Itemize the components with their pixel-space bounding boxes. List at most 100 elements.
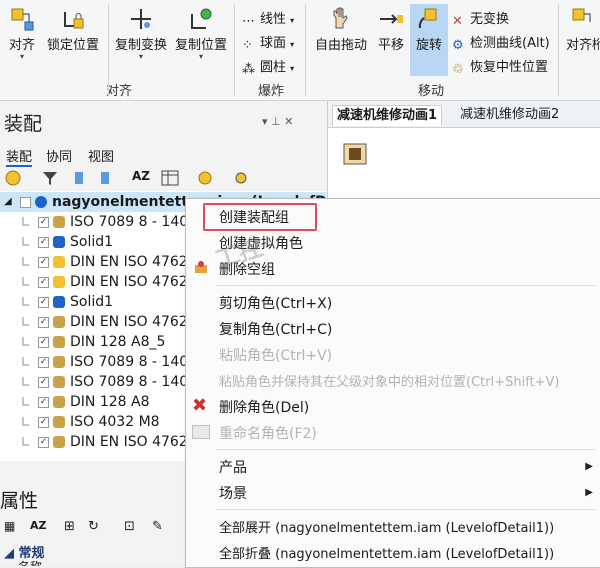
settings-tool-icon[interactable] bbox=[196, 169, 216, 187]
delete-group-icon bbox=[194, 261, 208, 273]
menu-paste-keep-position[interactable]: 粘贴角色并保持其在父级对象中的相对位置(Ctrl+Shift+V) bbox=[219, 371, 560, 390]
sort-icon[interactable]: AZ bbox=[132, 169, 152, 187]
part-icon bbox=[53, 256, 65, 268]
tab-collaborate[interactable]: 协同 bbox=[46, 146, 72, 165]
part-icon bbox=[53, 376, 65, 388]
rotate-button[interactable]: 旋转 bbox=[410, 4, 448, 76]
menu-expand-all[interactable]: 全部展开 (nagyonelmentettem.iam (LevelofDeta… bbox=[219, 517, 554, 536]
tree-item-label: DIN 128 A8_5 bbox=[70, 334, 166, 350]
align-icon bbox=[11, 8, 34, 31]
link-icon bbox=[20, 375, 32, 389]
no-transform-button[interactable]: ✕ 无变换 bbox=[452, 8, 509, 29]
tree-item-label: DIN EN ISO 4762 bbox=[70, 254, 188, 270]
copy-transform-button[interactable]: 复制变换 ▾ bbox=[112, 6, 170, 61]
hand-icon bbox=[333, 7, 348, 29]
film-icon[interactable] bbox=[342, 141, 368, 167]
link-icon bbox=[20, 235, 32, 249]
tree-item-label: DIN EN ISO 4762 bbox=[70, 434, 188, 450]
menu-scene[interactable]: 场景 bbox=[219, 483, 247, 503]
checkbox[interactable]: ✓ bbox=[38, 217, 49, 228]
explode-cylinder-button[interactable]: ⁂ 圆柱 ▾ bbox=[242, 56, 294, 77]
detect-curve-button[interactable]: ⚙ 检测曲线(Alt) bbox=[452, 32, 550, 53]
pin-icon[interactable]: ▾ ⊥ ✕ bbox=[262, 115, 293, 128]
menu-delete[interactable]: 删除角色(Del) bbox=[219, 397, 309, 417]
part-icon bbox=[53, 316, 65, 328]
tab-assembly[interactable]: 装配 bbox=[6, 146, 33, 167]
copy-position-button[interactable]: 复制位置 ▾ bbox=[172, 6, 230, 61]
collapse-tool-icon[interactable] bbox=[98, 169, 118, 187]
tree-item-label: DIN EN ISO 4762 bbox=[70, 274, 188, 290]
menu-divider bbox=[216, 285, 596, 286]
filter-icon[interactable]: ⊞ bbox=[64, 519, 75, 534]
explode-linear-button[interactable]: ⋯ 线性 ▾ bbox=[242, 8, 294, 29]
menu-delete-empty-group[interactable]: 删除空组 bbox=[219, 259, 275, 279]
checkbox[interactable]: ✓ bbox=[38, 337, 49, 348]
free-drag-button[interactable]: 自由拖动 bbox=[312, 6, 370, 53]
menu-rename[interactable]: 重命名角色(F2) bbox=[219, 423, 317, 443]
pan-button[interactable]: 平移 bbox=[374, 6, 408, 53]
link-icon bbox=[20, 355, 32, 369]
divider bbox=[558, 4, 559, 96]
collapse-icon[interactable]: ◢ bbox=[4, 192, 12, 212]
align-icon bbox=[572, 8, 591, 22]
menu-create-virtual[interactable]: 创建虚拟角色 bbox=[219, 233, 303, 253]
part-icon bbox=[53, 296, 65, 308]
table-tool-icon[interactable] bbox=[160, 169, 180, 187]
tab-animation-2[interactable]: 减速机维修动画2 bbox=[456, 105, 563, 125]
checkbox[interactable]: ✓ bbox=[38, 417, 49, 428]
gear-icon[interactable] bbox=[232, 169, 252, 187]
part-icon bbox=[53, 416, 65, 428]
checkbox[interactable]: ✓ bbox=[38, 357, 49, 368]
name-label: 名称 bbox=[18, 558, 42, 566]
link-icon bbox=[20, 315, 32, 329]
checkbox[interactable]: ✓ bbox=[38, 257, 49, 268]
tree-item-label: DIN EN ISO 4762 bbox=[70, 314, 188, 330]
checkbox[interactable]: ✓ bbox=[38, 437, 49, 448]
align-label: 对齐 bbox=[8, 38, 35, 53]
menu-paste[interactable]: 粘贴角色(Ctrl+V) bbox=[219, 345, 332, 365]
cylinder-explode-icon: ⁂ bbox=[242, 62, 255, 77]
rename-icon bbox=[192, 425, 210, 439]
chevron-down-icon: ▾ bbox=[19, 52, 24, 61]
filter-tool-icon[interactable] bbox=[40, 169, 60, 187]
checkbox[interactable]: ✓ bbox=[38, 297, 49, 308]
explode-sphere-button[interactable]: ⁘ 球面 ▾ bbox=[242, 32, 294, 53]
checkbox[interactable]: ✓ bbox=[38, 317, 49, 328]
assembly-tool-icon[interactable] bbox=[4, 169, 24, 187]
reset-icon[interactable]: ⊡ bbox=[124, 519, 135, 534]
refresh-icon[interactable]: ↻ bbox=[88, 519, 99, 534]
eyedropper-icon[interactable]: ✎ bbox=[152, 519, 163, 534]
free-drag-label: 自由拖动 bbox=[314, 38, 367, 53]
align-next-button[interactable]: 对齐桁 bbox=[566, 6, 600, 53]
submenu-arrow-icon: ▶ bbox=[585, 461, 593, 472]
lock-position-button[interactable]: 锁定位置 bbox=[44, 6, 102, 53]
grid-icon[interactable]: ▦ bbox=[4, 519, 15, 533]
checkbox[interactable]: ✓ bbox=[38, 397, 49, 408]
restore-neutral-button[interactable]: ♲ 恢复中性位置 bbox=[452, 56, 548, 77]
align-button[interactable]: 对齐 ▾ bbox=[4, 6, 40, 61]
menu-product[interactable]: 产品 bbox=[219, 457, 247, 477]
part-icon bbox=[53, 236, 65, 248]
link-icon bbox=[20, 275, 32, 289]
checkbox[interactable] bbox=[20, 197, 31, 208]
menu-cut[interactable]: 剪切角色(Ctrl+X) bbox=[219, 293, 332, 313]
pan-icon bbox=[380, 14, 403, 24]
rotate-label: 旋转 bbox=[415, 38, 442, 53]
menu-collapse-all[interactable]: 全部折叠 (nagyonelmentettem.iam (LevelofDeta… bbox=[219, 543, 554, 562]
align-group-label: 对齐 bbox=[106, 84, 133, 99]
checkbox[interactable]: ✓ bbox=[38, 377, 49, 388]
highlight-box bbox=[203, 203, 317, 231]
tree-item-label: Solid1 bbox=[70, 294, 114, 310]
menu-copy[interactable]: 复制角色(Ctrl+C) bbox=[219, 319, 332, 339]
submenu-arrow-icon: ▶ bbox=[585, 487, 593, 498]
checkbox[interactable]: ✓ bbox=[38, 237, 49, 248]
tab-animation-1[interactable]: 减速机维修动画1 bbox=[332, 105, 443, 126]
explode-group-label: 爆炸 bbox=[258, 84, 285, 99]
expand-tool-icon[interactable] bbox=[72, 169, 92, 187]
restore-neutral-icon: ♲ bbox=[452, 62, 464, 77]
tab-view[interactable]: 视图 bbox=[88, 146, 114, 165]
sort-icon[interactable]: AZ bbox=[30, 519, 47, 532]
tree-item-label: ISO 4032 M8 bbox=[70, 414, 160, 430]
ribbon: 对齐 ▾ 锁定位置 对齐 复制变换 ▾ 复制位置 ▾ ⋯ 线性 ▾ ⁘ 球面 ▾ ⁂… bbox=[0, 0, 600, 101]
checkbox[interactable]: ✓ bbox=[38, 277, 49, 288]
